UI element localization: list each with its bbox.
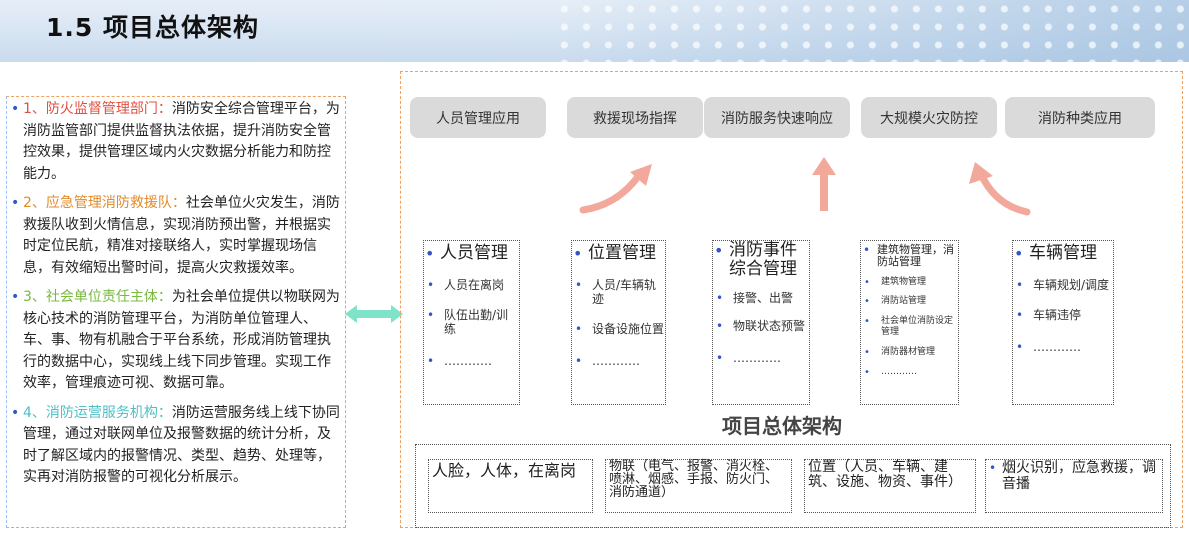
double-arrow-icon [345,305,403,323]
description-item-3: • 3、社会单位责任主体：为社会单位提供以物联网为核心技术的消防管理平台，为消防… [11,287,343,395]
header-banner: 1.5 项目总体架构 [0,0,1189,62]
description-head-3: 3、社会单位责任主体： [23,289,172,305]
module-item: • 队伍出勤/训练 [427,308,509,336]
description-item-4: • 4、消防运营服务机构：消防运营服务线上线下协同管理，通过对联网单位及报警数据… [11,403,343,489]
bullet-icon: • [11,195,20,211]
module-item: •………… [427,354,492,368]
data-box-recognition-text: 烟火识别，应急救援，调音播 [1002,460,1156,492]
module-item: •………… [575,354,640,368]
module-item: •………… [864,367,917,378]
app-fire-category[interactable]: 消防种类应用 [1005,97,1155,138]
module-item: • 车辆规划/调度 [1016,278,1110,292]
data-box-recognition[interactable]: • 烟火识别，应急救援，调音播 [985,459,1163,513]
app-fire-prevention[interactable]: 大规模火灾防控 [861,97,997,138]
module-building[interactable]: • 建筑物管理，消防站管理 • 建筑物管理 • 消防站管理 • 社会单位消防设定管理 •… [860,240,959,405]
module-title: • 建筑物管理，消防站管理 [863,243,954,268]
bullet-icon: • [11,289,20,305]
app-fast-response[interactable]: 消防服务快速响应 [704,97,850,138]
module-title: • 消防事件综合管理 [714,240,797,279]
description-item-1: • 1、防火监督管理部门：消防安全综合管理平台，为消防监管部门提供监督执法依据，… [11,99,343,185]
app-rescue-command[interactable]: 救援现场指挥 [567,97,703,138]
data-box-iot[interactable]: 物联（电气、报警、消火栓、喷淋、烟感、手报、防火门、消防通道） [605,459,792,513]
module-item: • 人员/车辆轨迹 [575,278,657,306]
module-title: • 人员管理 [425,243,508,264]
module-personnel[interactable]: • 人员管理 • 人员在离岗 • 队伍出勤/训练 •………… [423,240,520,405]
module-item: • 物联状态预警 [716,319,806,333]
app-personnel-management[interactable]: 人员管理应用 [410,97,546,138]
module-item: •………… [716,351,781,365]
module-item: • 社会单位消防设定管理 [864,316,954,337]
module-vehicle[interactable]: • 车辆管理 • 车辆规划/调度 • 车辆违停 •………… [1012,240,1114,405]
description-head-2: 2、应急管理消防救援队： [23,195,186,211]
bullet-icon: • [11,404,20,421]
module-title: • 车辆管理 [1014,243,1097,264]
module-fire-event[interactable]: • 消防事件综合管理 • 接警、出警 • 物联状态预警 •………… [712,240,810,405]
description-head-1: 1、防火监督管理部门： [23,101,172,117]
architecture-title: 项目总体架构 [722,414,842,438]
module-title: • 位置管理 [573,243,656,264]
module-item: • 接警、出警 [716,291,794,305]
module-item: • 消防站管理 [864,296,927,307]
description-item-2: • 2、应急管理消防救援队：社会单位火灾发生，消防救援队收到火情信息，实现消防预… [11,193,343,279]
module-item: • 人员在离岗 [427,278,505,292]
module-item: •………… [1016,340,1081,354]
module-item: • 设备设施位置 [575,322,665,336]
module-item: • 消防器材管理 [864,347,936,358]
data-box-location[interactable]: 位置（人员、车辆、建筑、设施、物资、事件） [804,459,976,513]
module-location[interactable]: • 位置管理 • 人员/车辆轨迹 • 设备设施位置 •………… [571,240,666,405]
page-title: 1.5 项目总体架构 [46,13,259,42]
module-item: • 建筑物管理 [864,277,927,288]
left-description-panel: • 1、防火监督管理部门：消防安全综合管理平台，为消防监管部门提供监督执法依据，… [6,96,346,528]
data-box-face[interactable]: 人脸，人体，在离岗 [428,459,593,513]
up-arrow-icon [812,157,836,211]
description-head-4: 4、消防运营服务机构： [23,404,172,421]
up-curve-arrow-icon [969,162,1031,216]
up-curve-arrow-icon [579,164,652,214]
bullet-icon: • [11,101,20,117]
module-item: • 车辆违停 [1016,308,1082,322]
